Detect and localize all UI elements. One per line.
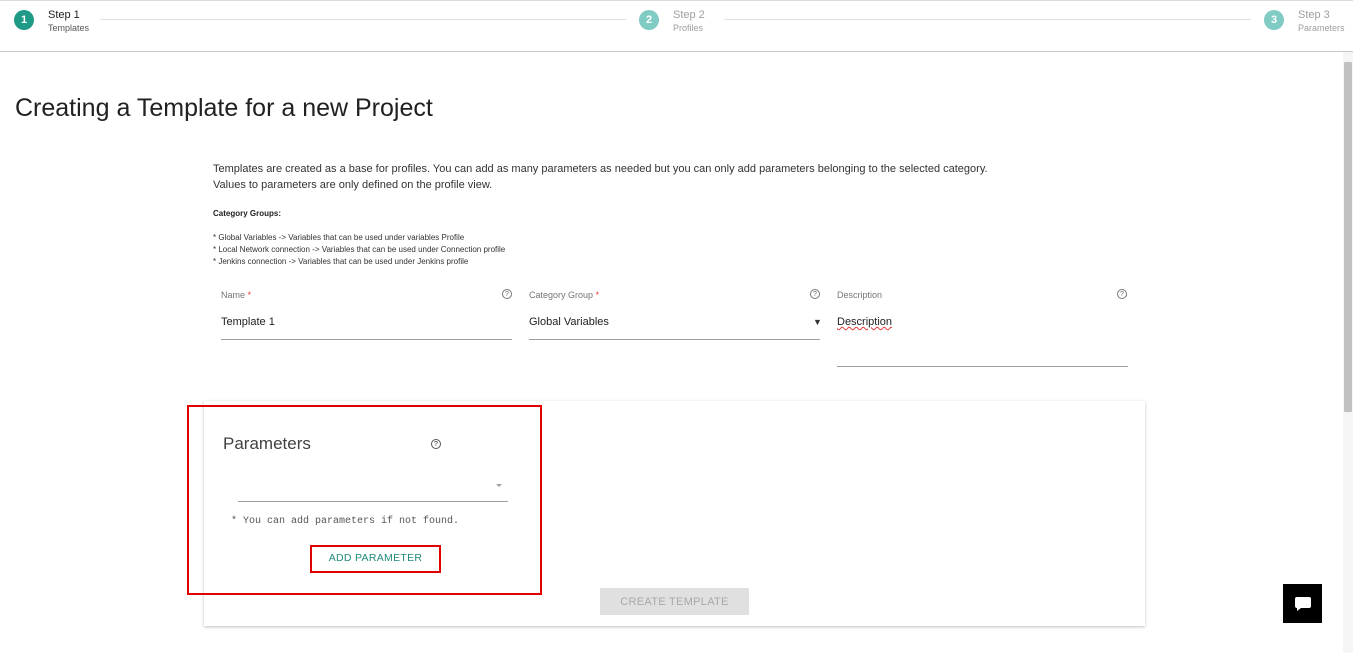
step-3-number: 3 bbox=[1264, 10, 1284, 30]
step-1-title: Step 1 bbox=[48, 9, 80, 21]
chat-bubble-icon bbox=[1294, 596, 1311, 611]
required-mark: * bbox=[595, 290, 600, 300]
category-item: * Global Variables -> Variables that can… bbox=[213, 233, 465, 242]
description-field[interactable]: Description ? Description bbox=[837, 289, 1128, 367]
name-input[interactable]: Template 1 bbox=[221, 316, 275, 328]
help-icon[interactable]: ? bbox=[1117, 289, 1127, 299]
parameters-select[interactable] bbox=[238, 480, 508, 502]
step-2-number: 2 bbox=[639, 10, 659, 30]
category-group-value: Global Variables bbox=[529, 316, 609, 328]
add-parameter-button[interactable]: ADD PARAMETER bbox=[312, 547, 439, 569]
help-icon[interactable]: ? bbox=[502, 289, 512, 299]
name-label: Name * bbox=[221, 290, 252, 300]
description-underline bbox=[837, 366, 1128, 367]
name-field[interactable]: Name * ? Template 1 bbox=[221, 289, 512, 340]
step-connector-2 bbox=[724, 19, 1251, 20]
scrollbar-thumb[interactable] bbox=[1344, 62, 1352, 412]
step-profiles[interactable]: 2 Step 2 Profiles bbox=[639, 9, 705, 34]
intro-line-2: Values to parameters are only defined on… bbox=[213, 179, 493, 191]
category-groups-list: * Global Variables -> Variables that can… bbox=[213, 232, 505, 268]
caret-down-icon: ▼ bbox=[813, 317, 822, 327]
step-parameters[interactable]: 3 Step 3 Parameters bbox=[1264, 9, 1345, 34]
category-groups-heading: Category Groups: bbox=[213, 209, 282, 218]
parameters-note: * You can add parameters if not found. bbox=[231, 516, 460, 527]
chat-widget-button[interactable] bbox=[1283, 584, 1322, 623]
page-title: Creating a Template for a new Project bbox=[15, 94, 433, 122]
intro-text: Templates are created as a base for prof… bbox=[213, 161, 988, 193]
required-mark: * bbox=[247, 290, 252, 300]
vertical-scrollbar[interactable] bbox=[1343, 52, 1353, 653]
description-input[interactable]: Description bbox=[837, 316, 892, 328]
stepper: 1 Step 1 Templates 2 Step 2 Profiles 3 S… bbox=[0, 0, 1353, 52]
step-1-number: 1 bbox=[14, 10, 34, 30]
help-icon[interactable]: ? bbox=[810, 289, 820, 299]
parameters-title: Parameters bbox=[223, 434, 311, 453]
category-item: * Jenkins connection -> Variables that c… bbox=[213, 257, 469, 266]
step-2-title: Step 2 bbox=[673, 9, 705, 21]
step-1-subtitle: Templates bbox=[48, 23, 90, 33]
step-connector-1 bbox=[100, 19, 626, 20]
intro-line-1: Templates are created as a base for prof… bbox=[213, 163, 988, 175]
description-label: Description bbox=[837, 290, 883, 300]
category-group-select[interactable]: Category Group * ? Global Variables ▼ bbox=[529, 289, 822, 340]
step-3-subtitle: Parameters bbox=[1298, 23, 1345, 33]
app-root: 1 Step 1 Templates 2 Step 2 Profiles 3 S… bbox=[0, 0, 1353, 653]
category-group-label: Category Group * bbox=[529, 290, 600, 300]
help-icon[interactable]: ? bbox=[431, 439, 441, 449]
category-underline bbox=[529, 339, 820, 340]
step-templates[interactable]: 1 Step 1 Templates bbox=[14, 9, 89, 34]
create-template-button[interactable]: CREATE TEMPLATE bbox=[600, 588, 749, 615]
caret-down-icon bbox=[496, 484, 502, 487]
name-underline bbox=[221, 339, 512, 340]
step-2-subtitle: Profiles bbox=[673, 23, 704, 33]
category-item: * Local Network connection -> Variables … bbox=[213, 245, 506, 254]
step-3-title: Step 3 bbox=[1298, 9, 1330, 21]
